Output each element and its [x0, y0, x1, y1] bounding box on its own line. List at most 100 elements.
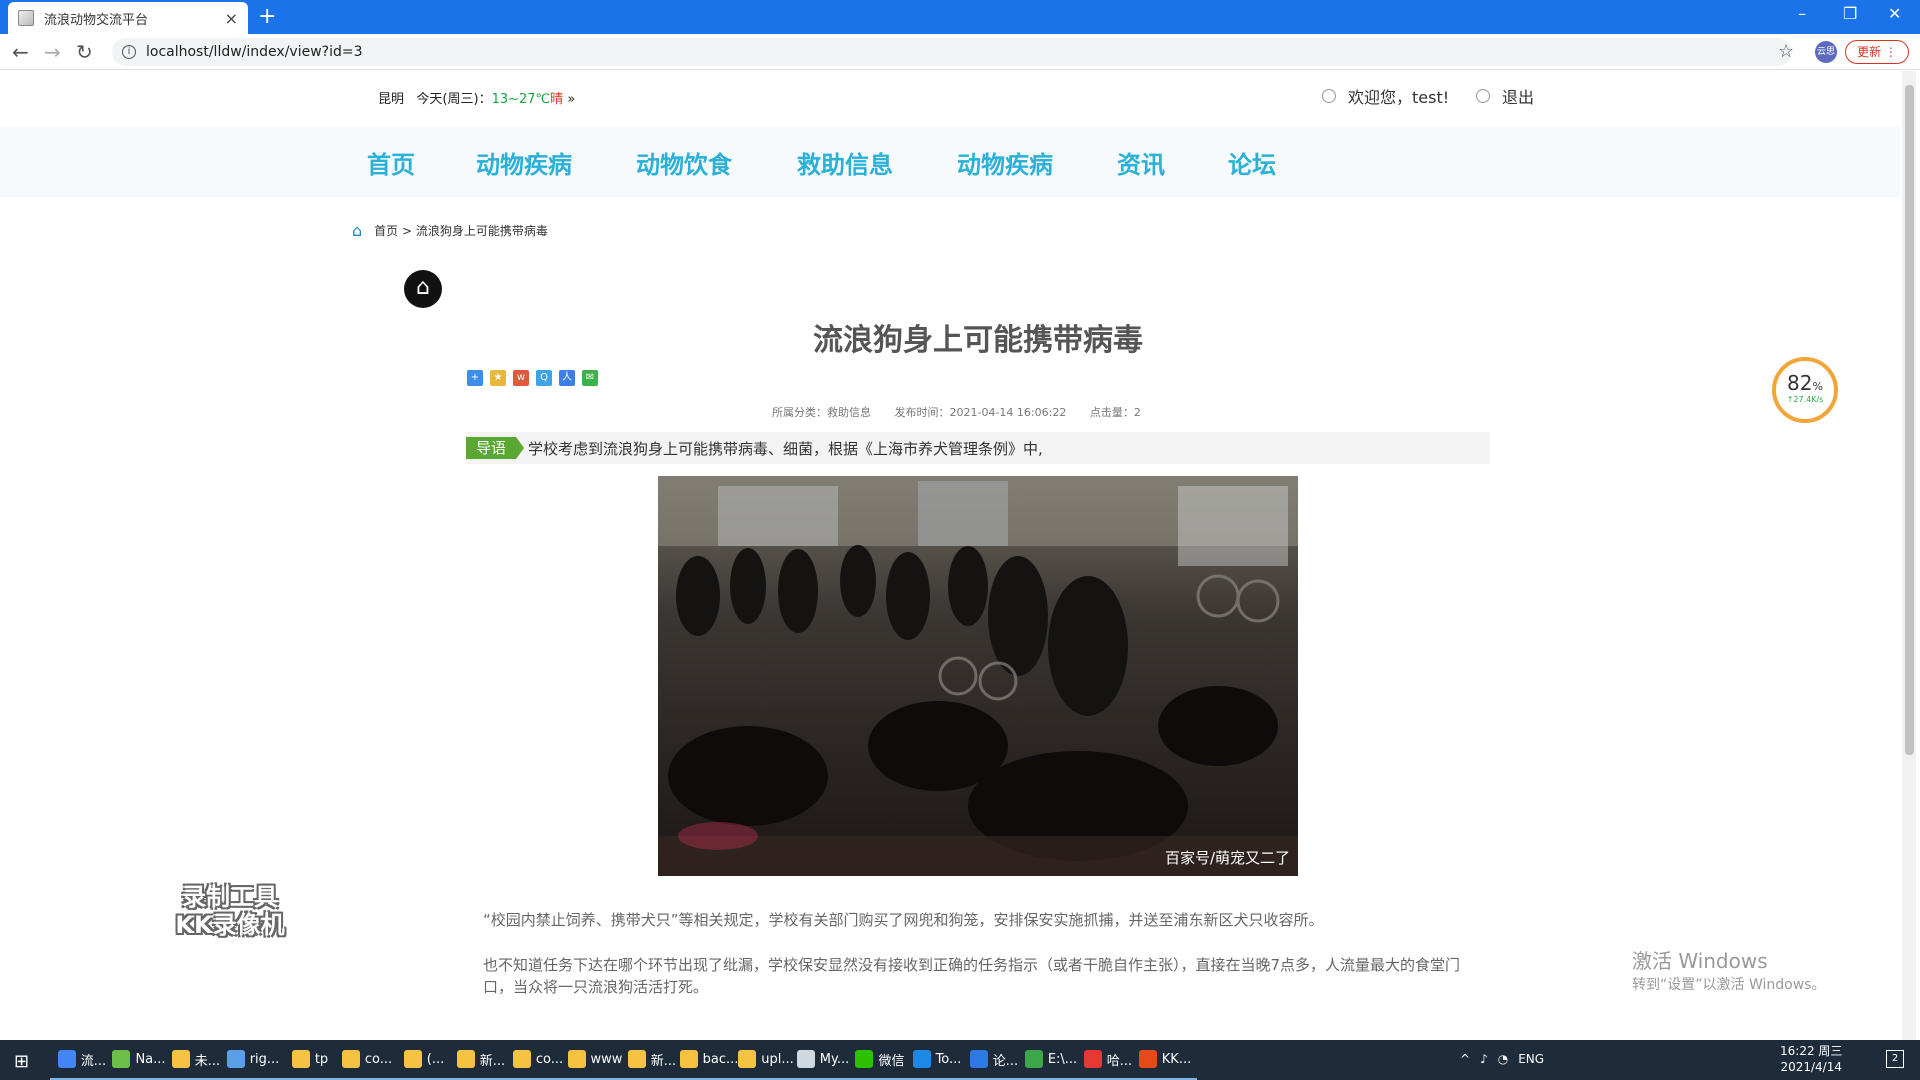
tray-chevron-icon[interactable]: ^	[1460, 1052, 1470, 1066]
photo-illustration	[658, 476, 1298, 876]
task-label: upl...	[761, 1051, 794, 1067]
taskbar-task[interactable]: To...	[905, 1040, 969, 1080]
browser-titlebar: 流浪动物交流平台 × + – ❐ ✕	[0, 0, 1920, 34]
taskbar-task[interactable]: rig...	[221, 1040, 285, 1080]
taskbar-task[interactable]: 未...	[164, 1040, 228, 1080]
home-icon[interactable]: ⌂	[352, 221, 362, 240]
taskbar-task[interactable]: upl...	[734, 1040, 798, 1080]
tray-lang[interactable]: ENG	[1518, 1052, 1544, 1066]
top-bar: 昆明 今天(周三)：13~27℃晴 » 欢迎您，test! 退出	[0, 71, 1900, 127]
task-app-icon	[57, 1050, 76, 1068]
share-qzone-icon[interactable]: ★	[490, 370, 506, 386]
breadcrumb-current: 流浪狗身上可能携带病毒	[415, 224, 548, 238]
minimize-icon[interactable]: –	[1798, 4, 1806, 23]
welcome-user[interactable]: 欢迎您，test!	[1322, 84, 1449, 108]
system-tray: ^ ♪ ◔ ENG	[1460, 1052, 1544, 1066]
reload-icon[interactable]: ↻	[76, 40, 93, 64]
taskbar-task[interactable]: 流...	[50, 1040, 114, 1080]
share-wechat-icon[interactable]: ✉	[582, 370, 598, 386]
task-app-icon	[796, 1050, 815, 1068]
taskbar-task[interactable]: co...	[335, 1040, 399, 1080]
task-app-icon	[627, 1050, 646, 1068]
close-window-icon[interactable]: ✕	[1888, 4, 1901, 23]
windows-start-icon[interactable]: ⊞	[14, 1051, 29, 1072]
taskbar-task[interactable]: bac...	[677, 1040, 741, 1080]
clock-date: 2021/4/14	[1780, 1060, 1842, 1074]
weather-more-icon[interactable]: »	[567, 92, 575, 107]
task-app-icon	[1083, 1050, 1102, 1068]
task-app-icon	[1024, 1050, 1043, 1068]
weather-today: 今天(周三)：	[416, 92, 492, 107]
task-app-icon	[171, 1050, 190, 1068]
taskbar-task[interactable]: tp	[278, 1040, 342, 1080]
user-icon	[1322, 89, 1336, 103]
restore-icon[interactable]: ❐	[1843, 4, 1857, 23]
speed-percent: 82	[1787, 371, 1813, 395]
tray-network-icon[interactable]: ◔	[1498, 1052, 1508, 1066]
logout-link[interactable]: 退出	[1476, 84, 1534, 108]
profile-avatar[interactable]: 云思	[1815, 41, 1837, 63]
taskbar-task[interactable]: co...	[506, 1040, 570, 1080]
info-icon[interactable]: i	[122, 45, 136, 59]
share-weibo-icon[interactable]: w	[513, 370, 529, 386]
nav-item-animal-disease[interactable]: 动物疾病	[476, 145, 572, 180]
browser-tab[interactable]: 流浪动物交流平台 ×	[8, 2, 248, 34]
nav-item-rescue-info[interactable]: 救助信息	[797, 145, 893, 180]
tray-volume-icon[interactable]: ♪	[1480, 1052, 1488, 1066]
article-paragraph: “校园内禁止饲养、携带犬只”等相关规定，学校有关部门购买了网兜和狗笼，安排保安实…	[483, 911, 1324, 929]
notification-center-icon[interactable]: 2	[1886, 1050, 1904, 1068]
welcome-text: 欢迎您，test!	[1348, 88, 1450, 107]
weather-widget[interactable]: 昆明 今天(周三)：13~27℃晴 »	[378, 88, 575, 107]
taskbar-task[interactable]: E:\...	[1019, 1040, 1083, 1080]
nav-item-animal-diet[interactable]: 动物饮食	[636, 145, 732, 180]
taskbar-task[interactable]: Na...	[107, 1040, 171, 1080]
taskbar-task[interactable]: KK...	[1133, 1040, 1197, 1080]
recorder-line-2: KK录像机	[175, 911, 285, 939]
task-label: co...	[364, 1051, 393, 1067]
scrollbar-thumb[interactable]	[1905, 85, 1914, 755]
breadcrumb-home[interactable]: 首页	[374, 222, 398, 239]
bookmark-star-icon[interactable]: ☆	[1778, 41, 1794, 62]
article-lead: 导语 学校考虑到流浪狗身上可能携带病毒、细菌，根据《上海市养犬管理条例》中,	[466, 432, 1490, 464]
task-label: 流...	[80, 1053, 107, 1069]
taskbar-task[interactable]: 新...	[449, 1040, 513, 1080]
task-label: www	[590, 1051, 623, 1067]
floating-home-button[interactable]: ⌂	[404, 270, 442, 308]
nav-item-animal-disease-2[interactable]: 动物疾病	[957, 145, 1053, 180]
breadcrumb-separator: >	[402, 223, 413, 238]
task-app-icon	[912, 1050, 931, 1068]
address-bar[interactable]: i localhost/lldw/index/view?id=3	[112, 38, 1792, 66]
close-tab-icon[interactable]: ×	[225, 9, 238, 28]
nav-item-news[interactable]: 资讯	[1117, 145, 1165, 180]
article-published: 发布时间：2021-04-14 16:06:22	[894, 406, 1067, 419]
taskbar-task[interactable]: My...	[791, 1040, 855, 1080]
update-button[interactable]: 更新 ⋮	[1845, 40, 1909, 64]
page-scrollbar[interactable]	[1902, 71, 1916, 1040]
task-label: bac...	[702, 1051, 739, 1067]
share-tencent-icon[interactable]: Q	[536, 370, 552, 386]
new-tab-button[interactable]: +	[258, 4, 276, 29]
network-speed-widget[interactable]: 82% ↑27.4K/s	[1772, 357, 1838, 423]
task-label: 未...	[194, 1053, 221, 1069]
nav-item-home[interactable]: 首页	[367, 145, 415, 180]
share-renren-icon[interactable]: 人	[559, 370, 575, 386]
speed-rate: ↑27.4K/s	[1786, 395, 1824, 404]
recorder-line-1: 录制工具	[182, 883, 278, 911]
taskbar-task[interactable]: 新...	[620, 1040, 684, 1080]
photo-caption: 百家号/萌宠又二了	[1164, 849, 1290, 867]
forward-icon[interactable]: →	[44, 40, 61, 64]
taskbar-task[interactable]: 论...	[962, 1040, 1026, 1080]
speed-unit: %	[1812, 380, 1823, 393]
activate-windows-notice: 激活 Windows 转到“设置”以激活 Windows。	[1632, 945, 1825, 994]
nav-item-forum[interactable]: 论坛	[1228, 145, 1276, 180]
share-more-icon[interactable]: +	[467, 370, 483, 386]
taskbar-task[interactable]: (...	[392, 1040, 456, 1080]
taskbar-clock[interactable]: 16:22 周三 2021/4/14	[1780, 1043, 1842, 1075]
taskbar-task[interactable]: 哈...	[1076, 1040, 1140, 1080]
taskbar-task[interactable]: www	[563, 1040, 627, 1080]
article-views: 点击量：2	[1089, 406, 1141, 419]
task-label: tp	[314, 1051, 329, 1067]
taskbar-task[interactable]: 微信	[848, 1040, 912, 1080]
back-icon[interactable]: ←	[12, 40, 29, 64]
activate-subtitle: 转到“设置”以激活 Windows。	[1632, 977, 1826, 993]
